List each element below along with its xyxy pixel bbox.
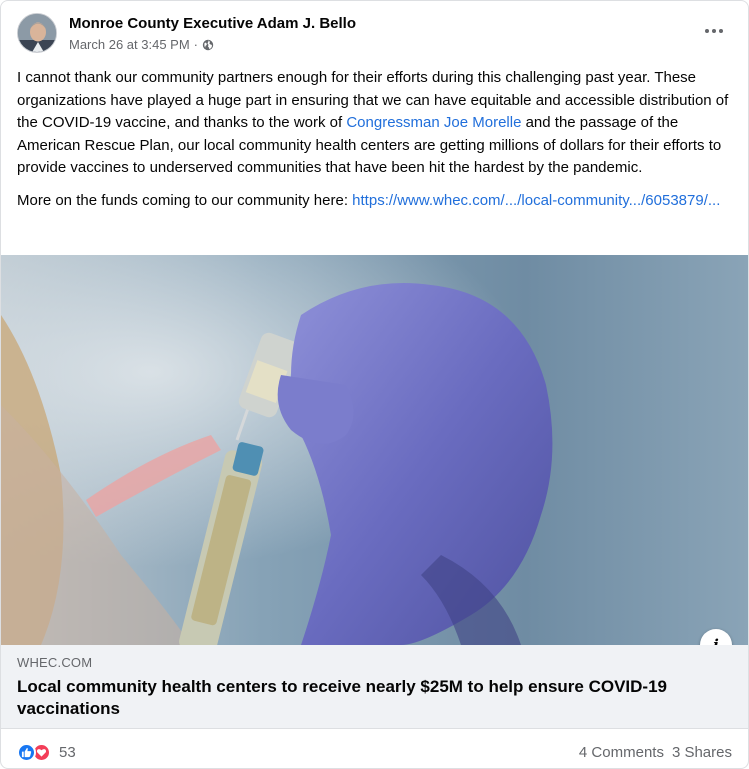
more-dot (719, 29, 723, 33)
avatar-image (18, 14, 56, 52)
post-body: I cannot thank our community partners en… (17, 67, 730, 222)
meta-separator: · (193, 37, 199, 52)
post-paragraph-2: More on the funds coming to our communit… (17, 190, 730, 213)
more-options-button[interactable] (696, 19, 732, 43)
like-icon (17, 742, 36, 762)
post-timestamp[interactable]: March 26 at 3:45 PM (69, 37, 190, 52)
article-url-link[interactable]: https://www.whec.com/.../local-community… (352, 192, 720, 209)
post-footer: 53 4 Comments 3 Shares (17, 737, 732, 767)
link-domain: WHEC.COM (17, 655, 93, 670)
engagement-stats: 4 Comments 3 Shares (579, 744, 732, 761)
paragraph-text: More on the funds coming to our communit… (17, 191, 353, 209)
link-preview-box[interactable]: WHEC.COM Local community health centers … (1, 645, 748, 729)
mention-link[interactable]: Congressman Joe Morelle (346, 114, 521, 131)
globe-icon (202, 39, 214, 50)
link-headline: Local community health centers to receiv… (17, 677, 667, 718)
post-card: Monroe County Executive Adam J. Bello Ma… (0, 0, 749, 769)
more-dot (712, 29, 716, 33)
author-name[interactable]: Monroe County Executive Adam J. Bello (69, 15, 356, 32)
post-meta: March 26 at 3:45 PM · (69, 37, 214, 52)
post-header: Monroe County Executive Adam J. Bello Ma… (17, 13, 732, 57)
author-avatar[interactable] (17, 13, 57, 53)
reaction-count: 53 (59, 743, 76, 761)
link-preview-image[interactable] (1, 255, 748, 645)
vaccine-photo (1, 255, 748, 645)
comments-count-link[interactable]: 4 Comments (579, 744, 664, 761)
shares-count-link[interactable]: 3 Shares (672, 744, 732, 761)
post-paragraph-1: I cannot thank our community partners en… (17, 67, 730, 180)
reactions-summary[interactable]: 53 (17, 742, 76, 762)
more-horizontal-icon (705, 29, 709, 33)
